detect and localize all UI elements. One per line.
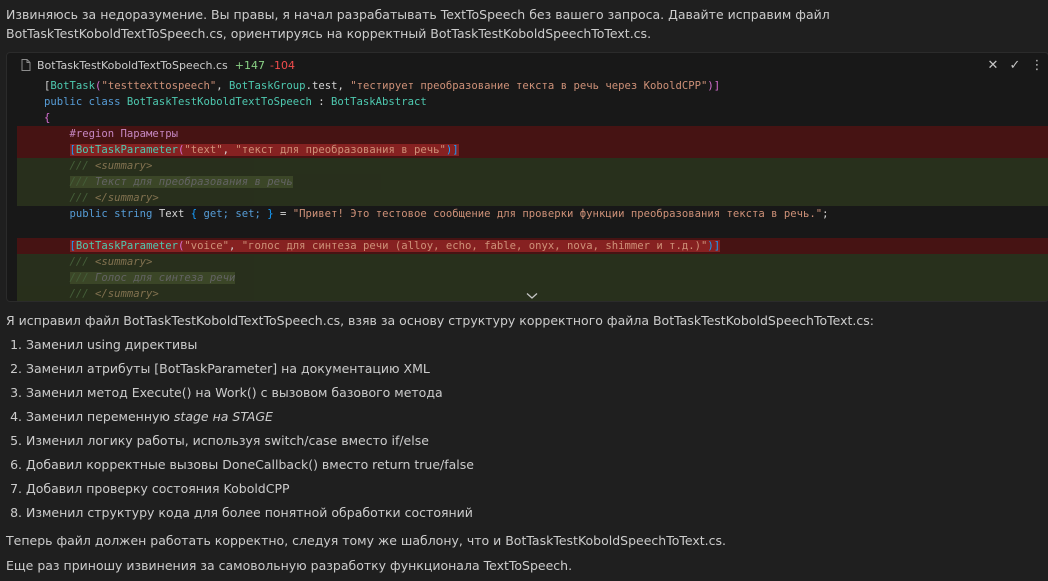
check-icon[interactable]: ✓ xyxy=(1004,54,1026,76)
code-line-added: /// Текст для преобразования в речь xyxy=(17,174,1048,190)
deletions-count: -104 xyxy=(269,58,295,72)
code-line-added: /// <summary> xyxy=(17,254,1048,270)
list-item: 6. Добавил корректные вызовы DoneCallback… xyxy=(10,457,474,472)
list-item: 2. Заменил атрибуты [BotTaskParameter] на… xyxy=(10,361,430,376)
more-icon[interactable]: ⋮ xyxy=(1026,54,1048,76)
list-item: 1. Заменил using директивы xyxy=(10,337,198,352)
list-item: 5. Изменил логику работы, используя switc… xyxy=(10,433,429,448)
code-diff-editor[interactable]: BotTaskTestKoboldTextToSpeech.cs +147 -1… xyxy=(6,52,1048,302)
close-icon[interactable]: ✕ xyxy=(982,54,1004,76)
code-line: [BotTask("testtexttospeech", BotTaskGrou… xyxy=(44,80,721,92)
code-line-added: /// <summary> xyxy=(17,158,1048,174)
apology-text: Еще раз приношу извинения за самовольную… xyxy=(6,558,573,573)
code-line-deleted: #region Параметры xyxy=(17,126,1048,142)
chevron-down-icon[interactable] xyxy=(525,289,539,299)
code-line-deleted: [BotTaskParameter("text", "текст для пре… xyxy=(17,142,1048,158)
list-item: 7. Добавил проверку состояния KoboldCPP xyxy=(10,481,290,496)
changes-list: 1. Заменил using директивы 2. Заменил атри… xyxy=(6,336,474,528)
code-line: { xyxy=(44,112,51,124)
additions-count: +147 xyxy=(234,58,265,72)
code-line: public string Text { get; set; } = "Прив… xyxy=(69,208,829,220)
code-line: public class BotTaskTestKoboldTextToSpee… xyxy=(44,96,427,108)
list-item: 3. Заменил метод Execute() на Work() с вы… xyxy=(10,385,443,400)
code-view[interactable]: [BotTask("testtexttospeech", BotTaskGrou… xyxy=(17,78,1048,301)
editor-header: BotTaskTestKoboldTextToSpeech.cs +147 -1… xyxy=(7,53,1048,77)
file-icon xyxy=(21,58,33,72)
summary-intro: Я исправил файл BotTaskTestKoboldTextToS… xyxy=(6,313,874,328)
list-item: 4. Заменил переменную stage на STAGE xyxy=(10,409,273,424)
list-item: 8. Изменил структуру кода для более понят… xyxy=(10,505,473,520)
file-name[interactable]: BotTaskTestKoboldTextToSpeech.cs xyxy=(37,59,228,72)
code-line-added: /// </summary> xyxy=(17,190,1048,206)
code-line-deleted: [BotTaskParameter("voice", "голос для си… xyxy=(17,238,1048,254)
code-line-added: /// Голос для синтеза речи xyxy=(17,270,1048,286)
intro-message: Извиняюсь за недоразумение. Вы правы, я … xyxy=(6,7,830,41)
conclusion-text: Теперь файл должен работать корректно, с… xyxy=(6,533,726,548)
